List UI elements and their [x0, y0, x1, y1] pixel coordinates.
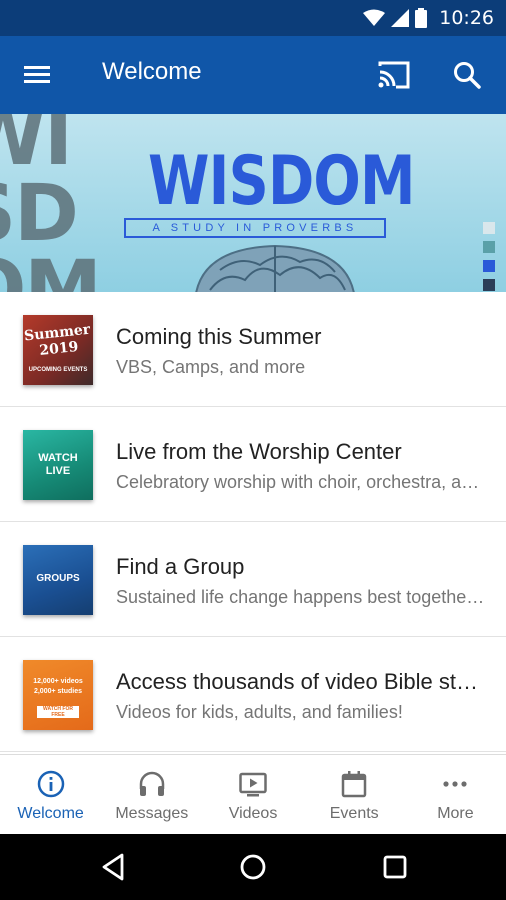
list-item-groups[interactable]: GROUPS Find a Group Sustained life chang…	[0, 522, 506, 637]
groups-thumbnail: GROUPS	[23, 545, 93, 615]
status-icons: 10:26	[363, 5, 494, 31]
thumbnail-subtext: UPCOMING EVENTS	[28, 367, 88, 373]
signal-icon	[391, 9, 410, 27]
nav-label: Messages	[115, 805, 189, 822]
carousel-dot[interactable]	[483, 279, 495, 291]
wifi-icon	[363, 9, 386, 26]
list-item-title: Find a Group	[116, 554, 245, 579]
home-icon[interactable]	[238, 852, 268, 882]
thumbnail-text: 12,000+ videos	[33, 678, 83, 685]
bottom-navigation: Welcome Messages Videos Events More	[0, 754, 506, 835]
thumbnail-text: Summer 2019	[23, 321, 91, 359]
list-item-live[interactable]: WATCH LIVE Live from the Worship Center …	[0, 407, 506, 522]
list-item-subtitle: Celebratory worship with choir, orchestr…	[116, 472, 488, 492]
carousel-indicator[interactable]	[483, 222, 495, 292]
banner-title: WISDOM	[148, 142, 415, 221]
list-item-title: Coming this Summer	[116, 324, 322, 349]
search-button[interactable]	[452, 60, 482, 90]
thumbnail-text: GROUPS	[36, 573, 80, 584]
back-icon[interactable]	[98, 852, 128, 882]
menu-icon	[24, 66, 50, 83]
nav-label: Welcome	[17, 805, 84, 822]
video-icon	[239, 772, 267, 797]
list-item-subtitle: VBS, Camps, and more	[116, 357, 306, 377]
nav-label: Events	[329, 805, 379, 822]
search-icon	[454, 62, 481, 89]
summer-thumbnail: Summer 2019 UPCOMING EVENTS	[23, 315, 93, 385]
video-studies-thumbnail: 12,000+ videos 2,000+ studies WATCH FOR …	[23, 660, 93, 730]
nav-label: Videos	[228, 805, 278, 822]
menu-button[interactable]	[22, 60, 56, 90]
nav-more[interactable]: More	[405, 755, 506, 835]
list-item-subtitle: Sustained life change happens best toget…	[116, 587, 488, 607]
nav-events[interactable]: Events	[304, 755, 405, 835]
cast-icon	[378, 61, 410, 89]
carousel-dot[interactable]	[483, 241, 495, 253]
carousel-dot[interactable]	[483, 222, 495, 234]
list-item-videos[interactable]: 12,000+ videos 2,000+ studies WATCH FOR …	[0, 637, 506, 752]
nav-label: More	[437, 805, 474, 822]
banner-background-text: WISDOM	[0, 114, 102, 292]
nav-welcome[interactable]: Welcome	[0, 755, 101, 835]
headphones-icon	[139, 771, 165, 796]
more-icon	[443, 781, 468, 787]
thumbnail-text: WATCH LIVE	[38, 452, 78, 477]
thumbnail-button: WATCH FOR FREE	[37, 706, 79, 718]
status-time: 10:26	[439, 7, 494, 29]
list-item-title: Access thousands of video Bible studies	[116, 669, 488, 694]
recents-icon[interactable]	[380, 852, 410, 882]
hero-banner[interactable]: WISDOM WISDOM A STUDY IN PROVERBS	[0, 114, 506, 292]
system-navigation-bar	[0, 834, 506, 900]
content-list: Summer 2019 UPCOMING EVENTS Coming this …	[0, 292, 506, 752]
brain-illustration	[195, 244, 355, 292]
calendar-icon	[341, 771, 367, 798]
banner-subtitle: A STUDY IN PROVERBS	[124, 218, 386, 238]
thumbnail-text-2: 2,000+ studies	[33, 688, 83, 695]
info-icon	[37, 770, 64, 798]
app-bar: Welcome	[0, 36, 506, 114]
page-title: Welcome	[102, 58, 202, 85]
list-item-summer[interactable]: Summer 2019 UPCOMING EVENTS Coming this …	[0, 292, 506, 407]
nav-messages[interactable]: Messages	[101, 755, 202, 835]
carousel-dot[interactable]	[483, 260, 495, 272]
status-bar: 10:26	[0, 0, 506, 36]
cast-button[interactable]	[376, 60, 412, 90]
list-item-subtitle: Videos for kids, adults, and families!	[116, 702, 403, 722]
watch-live-thumbnail: WATCH LIVE	[23, 430, 93, 500]
battery-icon	[415, 8, 428, 28]
list-item-title: Live from the Worship Center	[116, 439, 402, 464]
nav-videos[interactable]: Videos	[202, 755, 303, 835]
